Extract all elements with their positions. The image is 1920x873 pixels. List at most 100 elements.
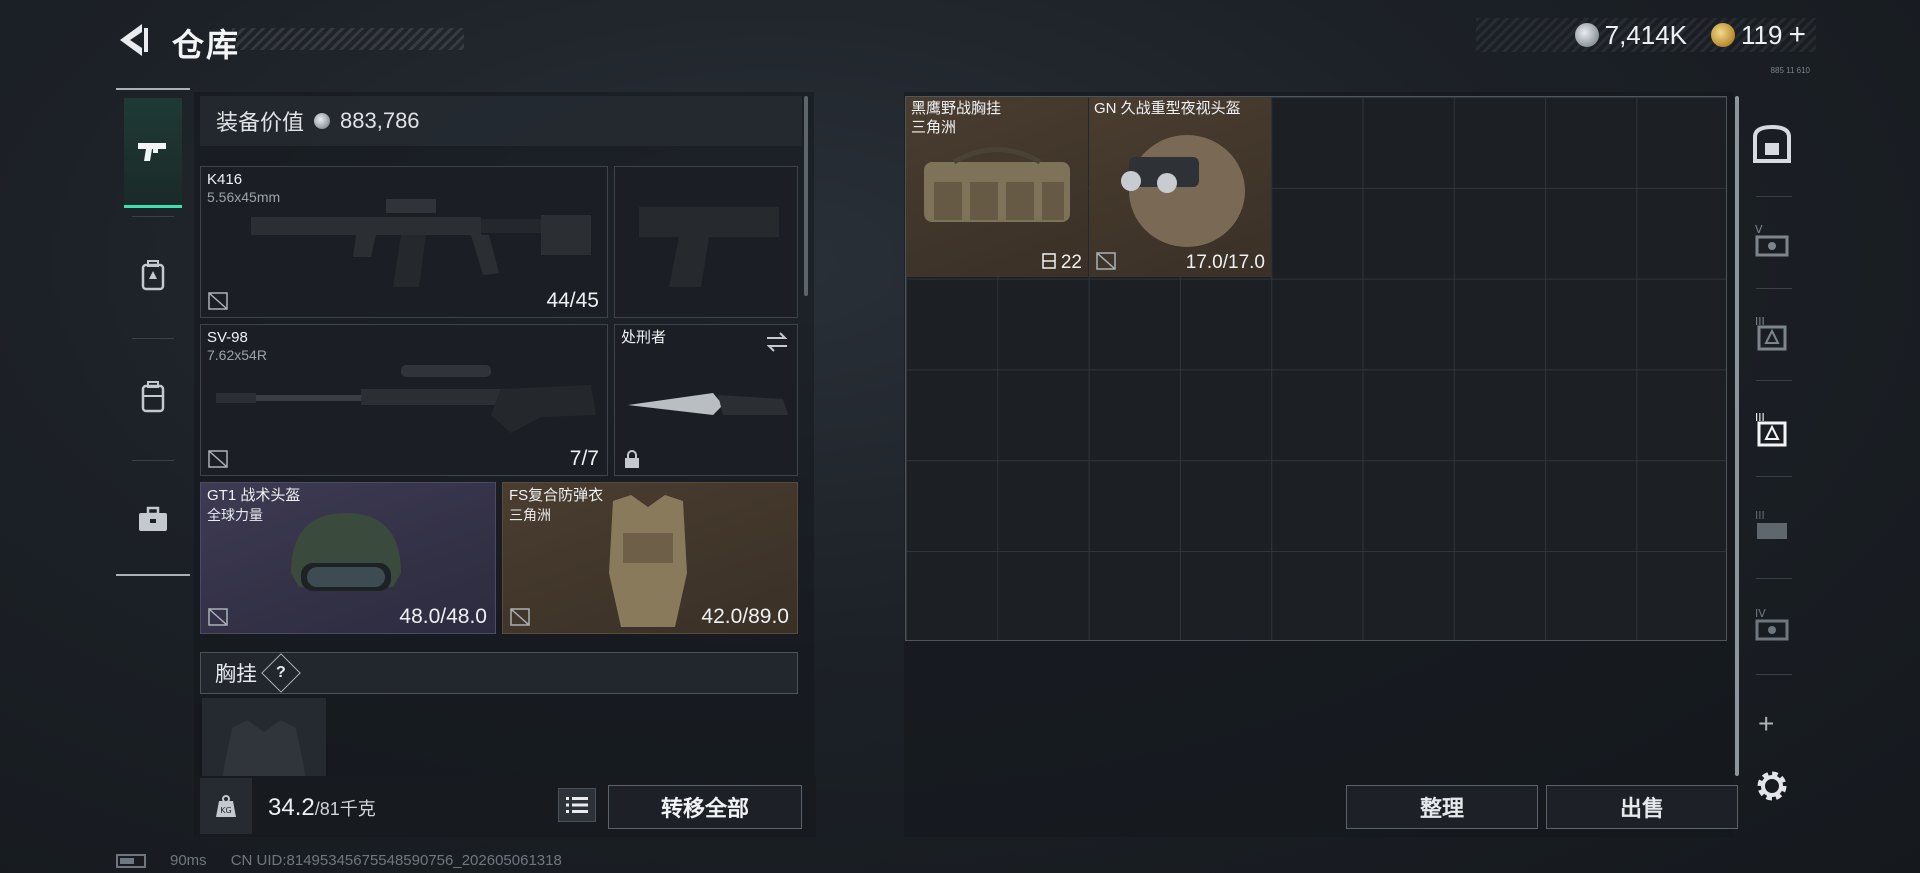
item-name: FS复合防弹衣 [509,487,604,504]
toolbox-icon [139,506,167,531]
nav-backpack[interactable] [124,342,182,452]
storage-scrollbar[interactable] [1735,96,1739,776]
chest-rig-label: 胸挂 [215,663,257,686]
container-iii-b-icon: III [1755,509,1787,539]
weight-icon-label: KG [220,806,231,815]
safe-box-icon [1753,124,1791,163]
title-decoration [232,28,464,50]
sort-button[interactable]: 整理 [1346,785,1538,829]
weight-current: 34.2 [268,794,315,821]
tactical-helmet-icon [291,513,401,591]
silver-coin-icon [1574,23,1599,47]
loadout-nav [116,88,190,576]
item-faction: 全球力量 [207,507,263,523]
ammo-count: 7/7 [569,447,599,470]
status-bar: 90ms CN UID:81495345675548590756_2026050… [116,852,562,869]
silver-coin-icon [314,113,331,129]
slot-capacity: 22 [1041,252,1082,274]
chest-rig-placeholder-icon [222,720,306,778]
list-view-button[interactable] [558,788,596,822]
settings-gear-icon[interactable] [1752,766,1792,806]
container-v[interactable]: V [1744,198,1800,286]
assault-rifle-icon [251,199,591,287]
container-safe-box[interactable] [1744,100,1800,188]
chest-rig-slot-empty[interactable] [202,698,326,778]
container-iv[interactable]: IV [1744,582,1800,670]
lock-icon [625,450,639,468]
gold-currency[interactable]: 119 + [1711,18,1806,52]
no-insurance-icon [510,608,530,626]
player-uid: CN UID:81495345675548590756_202605061318 [230,852,562,869]
item-name: GN 久战重型夜视头盔 [1094,100,1241,117]
pistol-placeholder-icon [639,207,779,287]
backpack-icon [141,381,165,413]
primary-weapon-slot[interactable]: K416 5.56x45mm 44/45 [200,166,608,318]
nav-backpack-tag[interactable] [124,220,182,330]
item-name: GT1 战术头盔 [207,487,301,504]
weight-indicator: KG [200,778,252,834]
storage-item-chest-rig[interactable]: 黑鹰野战胸挂 三角洲 22 [906,97,1088,277]
container-iv-icon: IV [1755,607,1789,641]
knife-icon [628,393,788,415]
capacity-icon [1041,253,1056,269]
durability: 42.0/89.0 [701,605,789,628]
secondary-weapon-slot[interactable]: SV-98 7.62x54R 7/7 [200,324,608,476]
ammo-count: 44/45 [546,289,599,312]
add-container-button[interactable]: + [1758,708,1774,740]
equipment-value-bar: 装备价值 883,786 [200,96,802,146]
item-faction: 三角洲 [911,119,957,136]
silver-currency[interactable]: 7,414K [1574,19,1688,51]
back-arrow-icon [120,24,148,56]
chest-rig-header: 胸挂 ? [200,652,798,694]
help-button[interactable]: ? [261,653,301,693]
container-iii-icon: III [1755,315,1787,351]
armor-slot[interactable]: FS复合防弹衣 三角洲 42.0/89.0 [502,482,798,634]
sidearm-slot-empty[interactable] [614,166,798,318]
item-name: SV-98 [207,329,248,346]
storage-item-nvg-helmet[interactable]: GN 久战重型夜视头盔 17.0/17.0 [1089,97,1271,277]
list-icon [566,797,588,813]
body-armor-icon [609,495,687,627]
durability: 17.0/17.0 [1185,252,1265,273]
sell-button[interactable]: 出售 [1546,785,1738,829]
back-button[interactable] [112,18,152,62]
item-faction: 三角洲 [509,507,551,523]
no-insurance-icon [208,608,228,626]
nav-toolbox[interactable] [124,464,182,574]
version-code: 885 11 610 [1770,66,1810,75]
no-insurance-icon [1096,252,1116,270]
svg-text:IV: IV [1755,607,1766,620]
container-iii-active[interactable]: III [1744,386,1800,474]
helmet-slot[interactable]: GT1 战术头盔 全球力量 48.0/48.0 [200,482,496,634]
gold-coin-icon [1711,23,1736,47]
no-insurance-icon [208,450,228,468]
item-name: 黑鹰野战胸挂 [911,100,1002,117]
container-iii-active-icon: III [1755,411,1787,447]
container-v-icon: V [1755,223,1789,257]
backpack-tag-icon [141,260,165,291]
silver-amount: 7,414K [1604,19,1688,50]
chest-rig-icon [924,147,1070,222]
page-title: 仓库 [172,27,241,63]
item-name: 处刑者 [621,329,667,346]
nav-weapons[interactable] [124,98,182,208]
currency-bar: 7,414K 119 + [1476,18,1816,52]
battery-icon [116,853,146,868]
container-iii[interactable]: III [1744,290,1800,378]
equip-value: 883,786 [340,108,420,133]
weight-icon: KG [216,795,236,817]
loadout-scrollbar[interactable] [804,96,808,296]
swap-icon[interactable] [765,331,789,353]
melee-slot[interactable]: 处刑者 [614,324,798,476]
no-insurance-icon [208,292,228,310]
svg-text:III: III [1755,509,1765,522]
weight-display: 34.2/81千克 [268,794,376,822]
container-iii-b[interactable]: III [1744,484,1800,572]
night-vision-helmet-icon [1121,135,1245,247]
pistol-icon [138,142,166,161]
add-currency-button[interactable]: + [1788,18,1806,52]
item-name: K416 [207,171,243,188]
transfer-all-button[interactable]: 转移全部 [608,785,802,829]
gold-amount: 119 [1741,19,1783,50]
question-icon: ? [276,664,286,681]
